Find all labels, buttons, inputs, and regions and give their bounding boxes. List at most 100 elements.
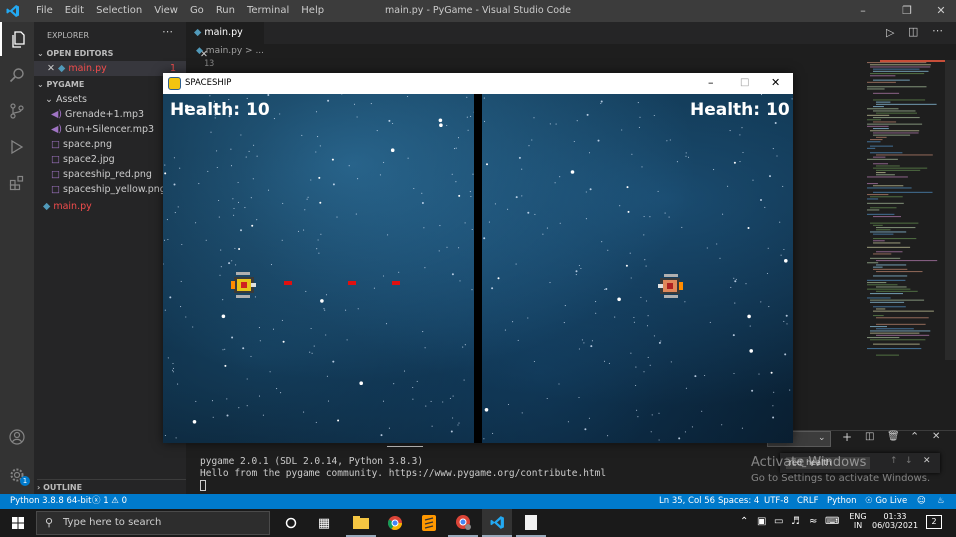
arrow-up-icon[interactable]: ↑ (890, 456, 898, 466)
file-explorer-icon[interactable] (346, 509, 376, 537)
feedback-icon[interactable]: ☺ (917, 494, 926, 509)
menu-edit[interactable]: Edit (59, 0, 90, 22)
extensions-icon[interactable] (0, 166, 34, 200)
run-debug-icon[interactable] (0, 130, 34, 164)
audio-file-icon: ◀) (51, 109, 63, 120)
clock[interactable]: 01:33 06/03/2021 (872, 512, 918, 530)
input-language[interactable]: ENG IN (849, 512, 867, 530)
minimap-code-line (876, 154, 933, 156)
close-find-icon[interactable]: ✕ (923, 456, 931, 466)
open-editors-header[interactable]: ⌄ OPEN EDITORS (37, 46, 189, 61)
pygame-close-button[interactable]: ✕ (771, 73, 780, 93)
notepad-icon[interactable] (516, 509, 546, 537)
star (373, 287, 375, 289)
close-button[interactable]: ✕ (926, 0, 956, 22)
file-label: main.py (53, 201, 92, 212)
notifications-bell-icon[interactable]: ♨ (937, 494, 945, 509)
split-terminal-icon[interactable]: ◫ (865, 431, 874, 442)
network-icon[interactable]: ▭ (774, 516, 783, 527)
image-file-icon: □ (51, 154, 60, 165)
star (424, 267, 426, 269)
close-panel-icon[interactable]: ✕ (932, 431, 940, 442)
minimap-code-line (870, 332, 920, 334)
python-interpreter[interactable]: Python 3.8.8 64-bit (10, 494, 91, 509)
star (458, 194, 461, 197)
notification-center-icon[interactable]: 2 (926, 515, 942, 529)
taskbar-search-box[interactable]: ⚲ Type here to search (36, 511, 270, 535)
file-label: Gun+Silencer.mp3 (65, 124, 155, 135)
game-canvas[interactable]: Health: 10 Health: 10 (163, 94, 793, 443)
star (549, 123, 551, 125)
run-file-icon[interactable]: ▷ (886, 26, 894, 39)
cortana-icon[interactable] (276, 509, 306, 537)
menu-view[interactable]: View (148, 0, 184, 22)
star (633, 316, 635, 319)
split-editor-icon[interactable]: ◫ (908, 25, 918, 38)
star (647, 315, 649, 317)
outline-header[interactable]: › OUTLINE (37, 479, 189, 494)
more-actions-icon[interactable]: ⋯ (932, 24, 943, 37)
breadcrumb[interactable]: ◆ main.py > ... (196, 46, 264, 56)
tray-app-icon[interactable]: ▣ (757, 516, 766, 527)
editor-scrollbar[interactable] (945, 60, 956, 360)
account-icon[interactable] (0, 420, 34, 454)
pygame-minimize-button[interactable]: – (708, 73, 714, 93)
menu-go[interactable]: Go (184, 0, 210, 22)
minimap-code-line (870, 139, 883, 141)
maximize-panel-icon[interactable]: ⌃ (910, 430, 919, 443)
star (327, 99, 330, 102)
menu-help[interactable]: Help (295, 0, 330, 22)
star (483, 438, 485, 440)
encoding[interactable]: UTF-8 (764, 494, 789, 509)
menu-file[interactable]: File (30, 0, 59, 22)
end-of-line[interactable]: CRLF (797, 494, 818, 509)
tab-main-py[interactable]: ◆ main.py ✕ (186, 22, 264, 60)
language-mode[interactable]: Python (827, 494, 856, 509)
new-terminal-icon[interactable]: + (842, 430, 852, 444)
explorer-icon[interactable] (0, 22, 34, 56)
go-live-button[interactable]: ☉ Go Live (865, 494, 907, 509)
star (676, 161, 678, 163)
keyboard-icon[interactable]: ⌨ (825, 516, 839, 527)
star (297, 230, 300, 232)
minimize-button[interactable]: – (848, 0, 878, 22)
menu-terminal[interactable]: Terminal (241, 0, 295, 22)
star (457, 424, 459, 426)
star (163, 263, 164, 265)
indentation[interactable]: Spaces: 4 (718, 494, 759, 509)
star (681, 226, 683, 228)
problems-indicator[interactable]: ⓧ 1 ⚠ 0 (92, 494, 127, 509)
chrome-icon[interactable] (380, 509, 410, 537)
arrow-down-icon[interactable]: ↓ (905, 456, 913, 466)
star (691, 426, 693, 428)
windows-start-icon[interactable] (3, 509, 33, 537)
wifi-icon[interactable]: ≈ (809, 516, 817, 527)
minimap-code-line (870, 326, 887, 328)
menu-run[interactable]: Run (210, 0, 241, 22)
chrome-profile-icon[interactable] (448, 509, 478, 537)
restore-button[interactable]: ❐ (892, 0, 922, 22)
settings-gear-icon[interactable]: 1 (0, 458, 34, 492)
minimap[interactable] (865, 60, 945, 360)
vscode-taskbar-icon[interactable] (482, 509, 512, 537)
star (464, 222, 466, 224)
sublime-text-icon[interactable] (414, 509, 444, 537)
cursor-position[interactable]: Ln 35, Col 56 (659, 494, 715, 509)
star (722, 213, 724, 215)
star (230, 165, 233, 167)
minimap-code-line (873, 306, 906, 308)
star (458, 422, 460, 424)
search-icon[interactable] (0, 58, 34, 92)
pygame-maximize-button[interactable]: □ (740, 73, 749, 93)
star (637, 416, 639, 418)
chevron-up-icon[interactable]: ⌃ (740, 516, 748, 527)
menu-selection[interactable]: Selection (90, 0, 148, 22)
windows-taskbar: ⚲ Type here to search ▦ ⌃ ▣ ▭ ♬ ≈ ⌨ ENG … (0, 509, 956, 537)
more-actions-icon[interactable]: ⋯ (162, 25, 173, 38)
volume-icon[interactable]: ♬ (791, 516, 800, 527)
star (195, 222, 197, 224)
task-view-icon[interactable]: ▦ (309, 509, 339, 537)
source-control-icon[interactable] (0, 94, 34, 128)
trash-icon[interactable]: 🗑 (887, 431, 900, 442)
close-icon[interactable]: ✕ (47, 63, 55, 74)
